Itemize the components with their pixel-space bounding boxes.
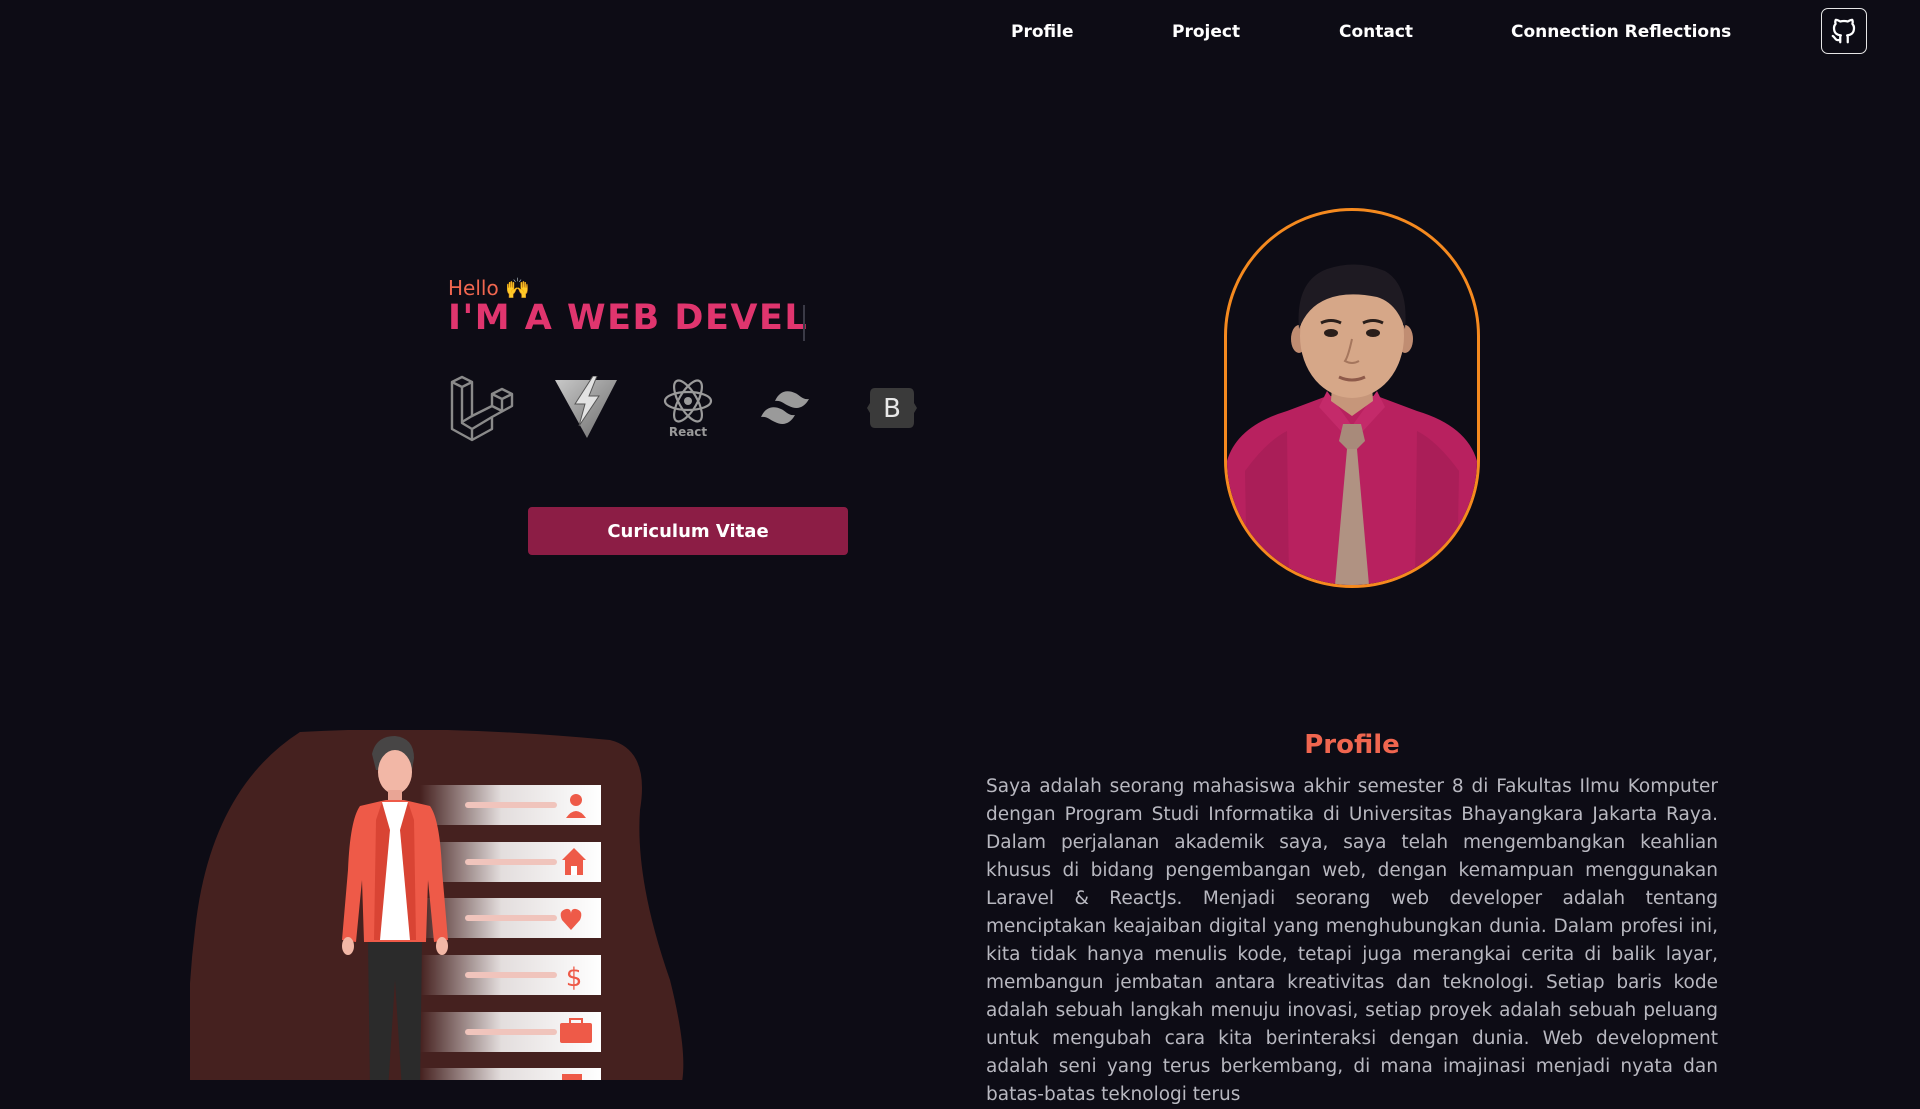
profile-description: Saya adalah seorang mahasiswa akhir seme… (986, 776, 1718, 1105)
bootstrap-letter: B (883, 394, 901, 424)
profile-section-title: Profile (1304, 730, 1400, 760)
laravel-icon (446, 372, 518, 444)
curriculum-vitae-button[interactable]: Curiculum Vitae (528, 507, 848, 555)
vite-icon (550, 372, 622, 444)
github-button[interactable] (1821, 8, 1867, 54)
nav-connection-reflections-link[interactable]: Connection Reflections (1511, 22, 1731, 42)
top-nav: Profile Project Contact Connection Refle… (0, 0, 1920, 62)
tailwind-icon (753, 372, 825, 444)
profile-photo (1224, 208, 1480, 588)
greeting-text: Hello 🙌 (448, 276, 530, 300)
nav-project-link[interactable]: Project (1172, 22, 1240, 42)
svg-text:$: $ (566, 963, 583, 993)
bootstrap-icon: B (856, 372, 928, 444)
nav-profile-link[interactable]: Profile (1011, 22, 1073, 42)
typing-caret (803, 305, 805, 341)
typing-headline: I'M A WEB DEVEL (448, 298, 809, 338)
react-label: React (669, 425, 708, 439)
nav-contact-link[interactable]: Contact (1339, 22, 1413, 42)
profile-illustration: $ (188, 729, 700, 1090)
github-icon (1831, 18, 1856, 44)
react-icon: React (652, 372, 724, 444)
